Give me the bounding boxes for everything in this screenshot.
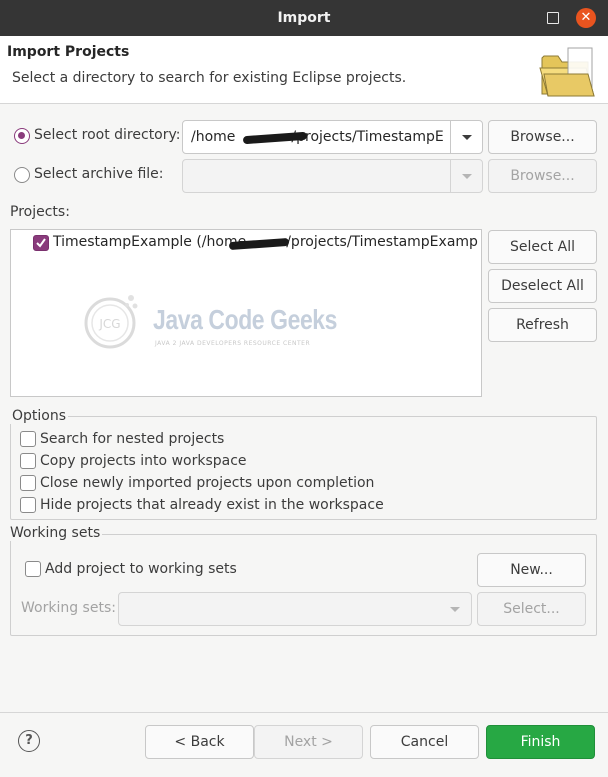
select-working-sets-button[interactable]: Select...: [477, 592, 586, 626]
working-sets-label: Working sets:: [21, 600, 116, 616]
projects-list[interactable]: TimestampExample (/home/projects/Timesta…: [10, 229, 482, 397]
select-all-button[interactable]: Select All: [488, 230, 597, 264]
project-checkbox[interactable]: [33, 235, 49, 251]
root-path-prefix: /home: [191, 129, 236, 145]
root-directory-combo[interactable]: /home/projects/TimestampE: [182, 120, 483, 154]
maximize-icon[interactable]: [547, 12, 559, 24]
root-directory-value[interactable]: /home/projects/TimestampE: [191, 121, 446, 153]
copy-projects-checkbox[interactable]: [20, 453, 36, 469]
root-directory-label: Select root directory:: [34, 127, 181, 143]
import-dialog: Import ✕ Import Projects Select a direct…: [0, 0, 608, 777]
projects-label: Projects:: [10, 204, 70, 220]
watermark-brand: Java Code Geeks: [153, 304, 338, 335]
checkmark-icon: [36, 238, 46, 248]
cancel-button[interactable]: Cancel: [370, 725, 479, 759]
next-button[interactable]: Next >: [254, 725, 363, 759]
wizard-header: Import Projects Select a directory to se…: [0, 36, 608, 104]
copy-projects-label[interactable]: Copy projects into workspace: [40, 453, 247, 469]
browse-directory-button[interactable]: Browse...: [488, 120, 597, 154]
page-title: Import Projects: [7, 44, 130, 60]
chevron-down-icon[interactable]: [450, 121, 482, 153]
new-working-set-button[interactable]: New...: [477, 553, 586, 587]
svg-text:JCG: JCG: [98, 317, 120, 331]
add-to-working-sets-checkbox[interactable]: [25, 561, 41, 577]
archive-file-radio[interactable]: [14, 167, 30, 183]
root-directory-radio[interactable]: [14, 128, 30, 144]
project-name-suffix: /projects/TimestampExamp: [286, 234, 478, 250]
title-bar: Import ✕: [0, 0, 608, 36]
add-to-working-sets-label[interactable]: Add project to working sets: [45, 561, 237, 577]
chevron-down-icon[interactable]: [439, 593, 471, 625]
refresh-button[interactable]: Refresh: [488, 308, 597, 342]
archive-file-combo[interactable]: [182, 159, 483, 193]
chevron-down-icon[interactable]: [450, 160, 482, 192]
archive-file-label: Select archive file:: [34, 166, 164, 182]
deselect-all-button[interactable]: Deselect All: [488, 269, 597, 303]
page-description: Select a directory to search for existin…: [12, 70, 407, 86]
finish-button[interactable]: Finish: [486, 725, 595, 759]
help-icon[interactable]: ?: [18, 730, 40, 752]
project-name-prefix: TimestampExample (/home: [53, 234, 247, 250]
browse-archive-button[interactable]: Browse...: [488, 159, 597, 193]
hide-projects-checkbox[interactable]: [20, 497, 36, 513]
footer-separator: [0, 712, 608, 713]
nested-projects-checkbox[interactable]: [20, 431, 36, 447]
nested-projects-label[interactable]: Search for nested projects: [40, 431, 224, 447]
deselect-all-label: Deselect All: [501, 278, 584, 294]
working-sets-title: Working sets: [8, 525, 103, 541]
watermark-tagline: JAVA 2 JAVA DEVELOPERS RESOURCE CENTER: [155, 340, 311, 347]
select-all-label: Select All: [510, 239, 575, 255]
folder-icon: [539, 47, 595, 97]
options-title: Options: [10, 408, 69, 424]
close-projects-label[interactable]: Close newly imported projects upon compl…: [40, 475, 374, 491]
jcg-logo-icon: JCG: [84, 295, 138, 349]
refresh-label: Refresh: [516, 317, 569, 333]
close-icon[interactable]: ✕: [576, 8, 596, 28]
hide-projects-label[interactable]: Hide projects that already exist in the …: [40, 497, 384, 513]
window-title: Import: [277, 10, 331, 26]
close-projects-checkbox[interactable]: [20, 475, 36, 491]
root-path-suffix: /projects/TimestampE: [291, 129, 444, 145]
working-sets-combo[interactable]: [118, 592, 472, 626]
back-button[interactable]: < Back: [145, 725, 254, 759]
